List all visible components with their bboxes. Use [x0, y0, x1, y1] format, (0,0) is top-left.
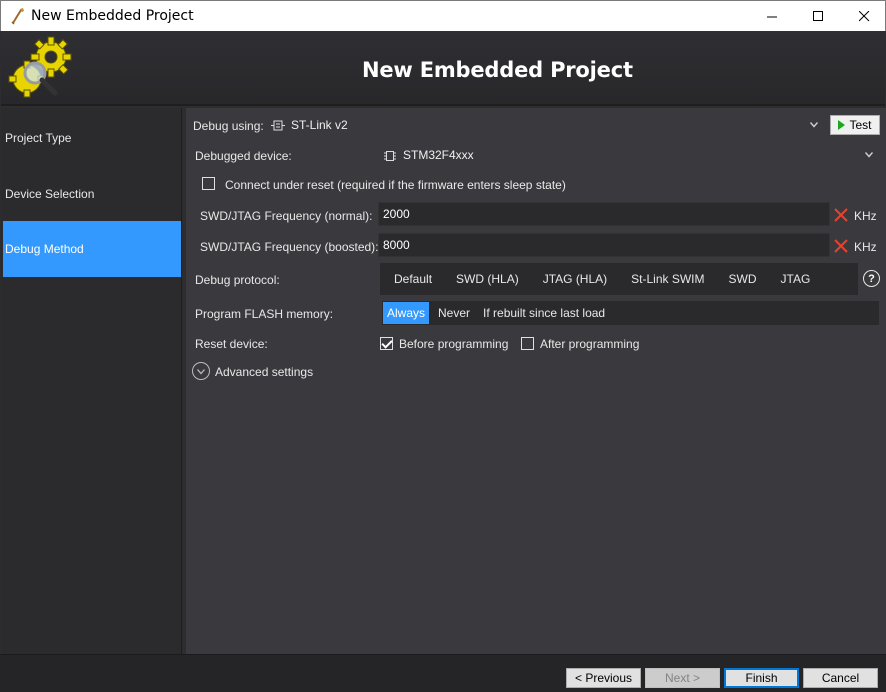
freq-boosted-input[interactable]: 8000: [378, 233, 830, 257]
debugged-device-value: STM32F4xxx: [403, 148, 474, 162]
before-programming-checkbox[interactable]: [380, 337, 393, 350]
connect-under-reset-checkbox[interactable]: [202, 177, 215, 190]
app-icon: [11, 8, 24, 25]
sidebar-item-project-type[interactable]: Project Type: [3, 110, 181, 166]
gears-magnifier-icon: [8, 36, 72, 98]
before-programming-label: Before programming: [399, 337, 509, 351]
help-icon[interactable]: ?: [863, 270, 880, 287]
maximize-icon: [812, 10, 823, 21]
usb-plug-icon: [271, 120, 285, 131]
debug-method-panel: Debug using: ST-Link v2 Test Debugged de…: [186, 108, 886, 654]
freq-normal-unit: KHz: [854, 209, 877, 223]
sidebar-item-label: Debug Method: [5, 242, 84, 256]
play-icon: [838, 120, 846, 130]
sidebar-item-label: Device Selection: [5, 187, 95, 201]
sidebar-item-device-selection[interactable]: Device Selection: [3, 166, 181, 222]
wizard-footer: < Previous Next > Finish Cancel: [0, 654, 886, 692]
minimize-icon: [766, 16, 777, 17]
chevron-down-icon: [865, 152, 873, 158]
freq-boosted-label: SWD/JTAG Frequency (boosted):: [200, 240, 379, 254]
connect-under-reset-label: Connect under reset (required if the fir…: [225, 178, 566, 192]
protocol-option-jtag[interactable]: JTAG: [769, 272, 823, 286]
next-button[interactable]: Next >: [645, 668, 720, 688]
flash-option-always[interactable]: Always: [383, 302, 430, 324]
expand-advanced-button[interactable]: [192, 362, 210, 380]
freq-normal-value: 2000: [383, 207, 410, 221]
test-button-label: Test: [849, 118, 872, 132]
title-bar: New Embedded Project: [0, 0, 886, 31]
sidebar-item-label: Project Type: [5, 131, 72, 145]
protocol-option-swd[interactable]: SWD: [717, 272, 769, 286]
freq-normal-label: SWD/JTAG Frequency (normal):: [200, 209, 373, 223]
error-x-icon: [834, 208, 848, 222]
flash-option-never[interactable]: Never: [432, 302, 476, 324]
program-flash-selector: Always Never If rebuilt since last load: [382, 301, 879, 325]
protocol-option-swd-hla[interactable]: SWD (HLA): [444, 272, 531, 286]
chevron-down-icon: [197, 369, 205, 375]
debugged-device-label: Debugged device:: [195, 149, 292, 163]
close-button[interactable]: [841, 1, 886, 31]
protocol-option-jtag-hla[interactable]: JTAG (HLA): [531, 272, 619, 286]
flash-option-if-rebuilt[interactable]: If rebuilt since last load: [479, 302, 609, 324]
cancel-button[interactable]: Cancel: [803, 668, 878, 688]
debug-using-label: Debug using:: [193, 119, 264, 133]
chip-icon: [384, 151, 396, 161]
debugged-device-select[interactable]: STM32F4xxx: [378, 144, 880, 166]
debug-protocol-selector: Default SWD (HLA) JTAG (HLA) St-Link SWI…: [380, 263, 858, 295]
sidebar-item-debug-method[interactable]: Debug Method: [3, 221, 181, 277]
reset-device-label: Reset device:: [195, 337, 268, 351]
program-flash-label: Program FLASH memory:: [195, 307, 334, 321]
protocol-option-stlink-swim[interactable]: St-Link SWIM: [619, 272, 716, 286]
after-programming-checkbox[interactable]: [521, 337, 534, 350]
error-x-icon: [834, 239, 848, 253]
debug-using-value: ST-Link v2: [291, 118, 348, 132]
window-title: New Embedded Project: [31, 8, 194, 24]
wizard-header: New Embedded Project: [1, 31, 885, 106]
protocol-option-default[interactable]: Default: [380, 272, 444, 286]
chevron-down-icon: [810, 122, 818, 128]
wizard-sidebar: Project Type Device Selection Debug Meth…: [1, 108, 182, 654]
finish-button[interactable]: Finish: [724, 668, 799, 688]
test-button[interactable]: Test: [830, 115, 880, 135]
freq-boosted-unit: KHz: [854, 240, 877, 254]
debug-protocol-label: Debug protocol:: [195, 273, 280, 287]
minimize-button[interactable]: [749, 1, 795, 31]
page-heading: New Embedded Project: [362, 58, 633, 82]
maximize-button[interactable]: [795, 1, 841, 31]
close-icon: [858, 10, 869, 21]
previous-button[interactable]: < Previous: [566, 668, 641, 688]
debug-using-select[interactable]: ST-Link v2: [268, 114, 827, 136]
freq-normal-input[interactable]: 2000: [378, 202, 830, 226]
advanced-settings-label[interactable]: Advanced settings: [215, 365, 313, 379]
freq-boosted-value: 8000: [383, 238, 410, 252]
after-programming-label: After programming: [540, 337, 640, 351]
